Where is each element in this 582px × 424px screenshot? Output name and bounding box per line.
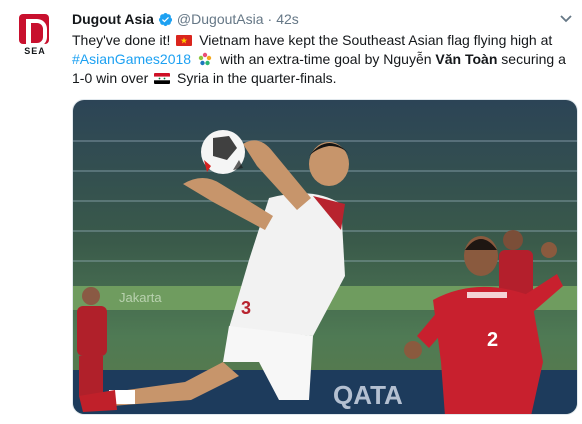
dugout-logo-icon — [19, 14, 49, 47]
asian-games-emblem-icon — [198, 52, 212, 66]
tweet-text-part: with an extra-time goal by Nguyễn — [219, 51, 432, 67]
chevron-down-icon[interactable] — [560, 14, 572, 24]
author-name[interactable]: Dugout Asia — [72, 11, 154, 27]
hashtag-link[interactable]: #AsianGames2018 — [72, 51, 191, 67]
jersey-number-right: 2 — [487, 329, 498, 351]
tweet-text-part: Vietnam have kept the Southeast Asian fl… — [199, 32, 553, 48]
jersey-number-left: 3 — [241, 298, 251, 318]
tweet-card[interactable]: SEA Dugout Asia @DugoutAsia · 42s They'v… — [0, 0, 582, 424]
vietnam-flag-icon — [176, 35, 193, 46]
separator-dot: · — [267, 11, 273, 27]
match-photo: Jakarta QATA 2 3 — [73, 100, 577, 414]
tweet-text-part: They've done it! — [72, 32, 171, 48]
tweet-header: Dugout Asia @DugoutAsia · 42s — [72, 9, 299, 29]
syria-flag-icon — [154, 73, 171, 84]
tweet-photo[interactable]: Jakarta QATA 2 3 — [72, 99, 578, 415]
ad-text: QATA — [333, 380, 403, 410]
player-name: Văn Toàn — [435, 51, 498, 67]
tweet-text-part: Syria in the quarter-finals. — [177, 70, 337, 86]
avatar[interactable]: SEA — [18, 14, 52, 62]
football — [201, 130, 245, 174]
author-handle[interactable]: @DugoutAsia — [177, 11, 264, 27]
avatar-label: SEA — [24, 46, 46, 56]
ad-text-left: Jakarta — [119, 290, 162, 305]
verified-badge-icon — [158, 12, 172, 26]
timestamp-link[interactable]: 42s — [276, 11, 299, 27]
tweet-text: They've done it! Vietnam have kept the S… — [72, 31, 577, 88]
